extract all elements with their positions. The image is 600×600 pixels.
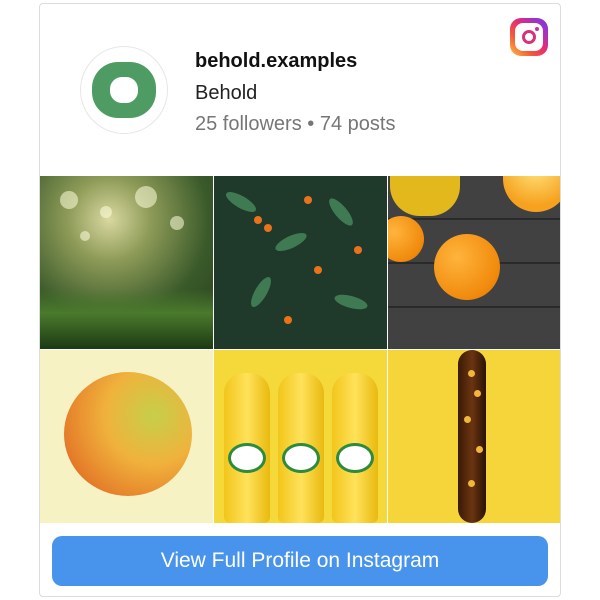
bottle-label — [282, 443, 320, 473]
bottle-label — [228, 443, 266, 473]
berry — [354, 246, 362, 254]
avatar[interactable] — [80, 46, 168, 134]
post-thumbnail-grapefruit[interactable] — [40, 350, 213, 523]
berry — [264, 224, 272, 232]
wood-plank — [388, 308, 560, 349]
berry — [304, 196, 312, 204]
instagram-icon[interactable] — [510, 18, 548, 56]
bottle — [332, 373, 378, 523]
profile-name: Behold — [195, 82, 258, 104]
view-full-profile-button[interactable]: View Full Profile on Instagram — [52, 536, 548, 586]
post-thumbnail-jarritos[interactable] — [214, 350, 387, 523]
bubble — [476, 446, 483, 453]
bubble — [468, 480, 475, 487]
grass-blades — [40, 289, 213, 349]
post-thumbnail-oranges[interactable] — [388, 176, 560, 349]
leaf — [223, 188, 259, 216]
leaf — [333, 291, 369, 313]
leaf — [325, 195, 357, 229]
berry — [284, 316, 292, 324]
bubble — [474, 390, 481, 397]
bottle — [278, 373, 324, 523]
berry — [314, 266, 322, 274]
profile-header: behold.examples Behold 25 followers • 74… — [40, 4, 560, 176]
orange — [434, 234, 500, 300]
behold-logo-icon — [92, 62, 156, 118]
instagram-dot — [535, 27, 539, 31]
post-thumbnail-bubbles[interactable] — [388, 350, 560, 523]
leaf — [273, 229, 309, 255]
post-thumbnail-grass[interactable] — [40, 176, 213, 349]
profile-meta: behold.examples Behold 25 followers • 74… — [195, 48, 395, 137]
bokeh-light — [135, 186, 157, 208]
bottle — [224, 373, 270, 523]
bokeh-light — [170, 216, 184, 230]
profile-stats: 25 followers • 74 posts — [195, 113, 396, 135]
bubble — [464, 416, 471, 423]
bokeh-light — [100, 206, 112, 218]
bokeh-light — [80, 231, 90, 241]
leaf — [247, 274, 275, 310]
grapefruit — [64, 372, 192, 496]
bottle-label — [336, 443, 374, 473]
berry — [254, 216, 262, 224]
instagram-feed-widget: behold.examples Behold 25 followers • 74… — [39, 3, 561, 597]
bokeh-light — [60, 191, 78, 209]
post-thumbnail-berries[interactable] — [214, 176, 387, 349]
bubble — [468, 370, 475, 377]
instagram-lens — [522, 30, 536, 44]
post-grid — [40, 176, 560, 524]
profile-username[interactable]: behold.examples — [195, 48, 395, 74]
